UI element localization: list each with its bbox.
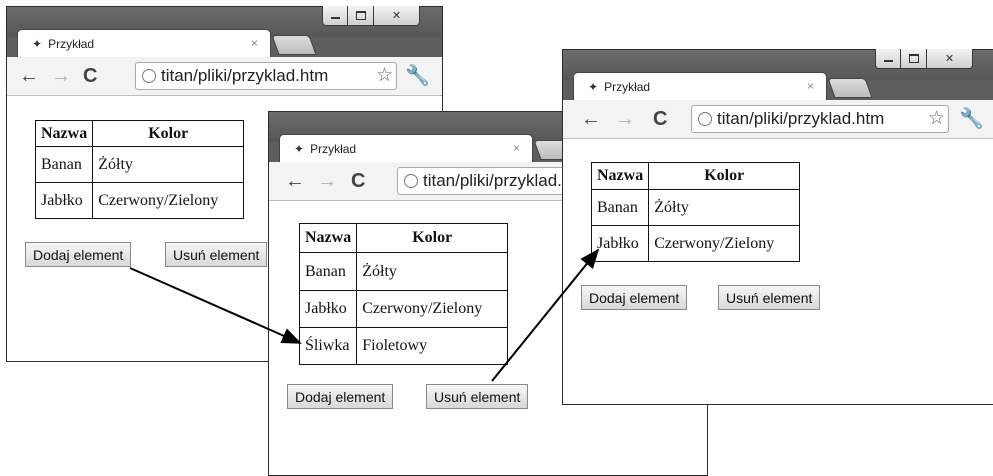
arrow-add-to-new-row bbox=[129, 267, 302, 344]
annotation-arrows bbox=[129, 248, 600, 382]
arrow-remove-to-table bbox=[491, 248, 600, 382]
